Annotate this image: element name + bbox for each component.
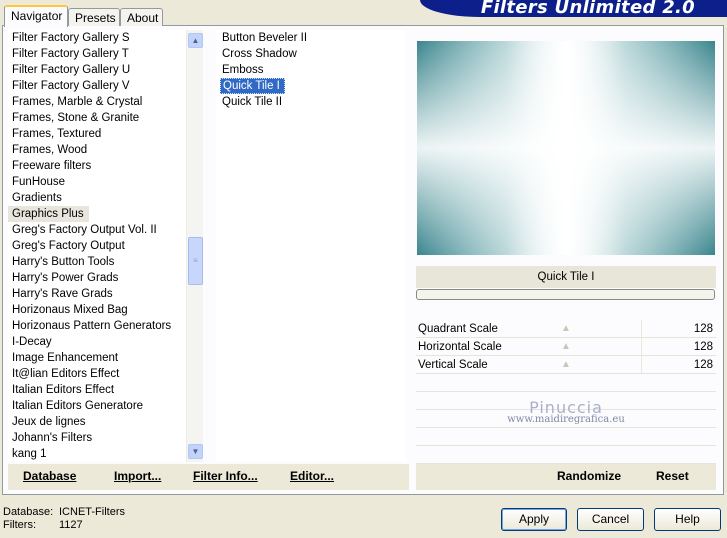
filter-item[interactable]: Cross Shadow bbox=[220, 46, 301, 62]
slider-thumb-icon[interactable]: ▲ bbox=[560, 341, 572, 353]
category-list[interactable]: Filter Factory Gallery S Filter Factory … bbox=[8, 30, 186, 462]
control-value[interactable]: 128 bbox=[694, 320, 713, 338]
control-quadrant-scale[interactable]: Quadrant Scale ▲ 128 bbox=[416, 320, 716, 338]
status-database-label: Database: bbox=[3, 506, 54, 518]
category-item[interactable]: Filter Factory Gallery V bbox=[8, 78, 186, 94]
category-item[interactable]: Freeware filters bbox=[8, 158, 186, 174]
category-scrollbar[interactable]: ▲ ≡ ▼ bbox=[186, 30, 203, 462]
slider-thumb-icon[interactable]: ▲ bbox=[560, 359, 572, 371]
category-item[interactable]: I-Decay bbox=[8, 334, 186, 350]
reset-button[interactable]: Reset bbox=[656, 469, 689, 483]
status-area: Database: ICNET-Filters Filters: 1127 bbox=[3, 506, 125, 532]
category-item[interactable]: Frames, Wood bbox=[8, 142, 186, 158]
control-value[interactable]: 128 bbox=[694, 356, 713, 374]
help-button[interactable]: Help bbox=[654, 508, 721, 531]
filter-item[interactable]: Quick Tile II bbox=[220, 94, 286, 110]
category-item[interactable]: Italian Editors Generatore bbox=[8, 398, 186, 414]
preview-filter-name: Quick Tile I bbox=[416, 266, 716, 288]
database-button[interactable]: Database bbox=[23, 469, 76, 483]
right-button-bar: Randomize Reset bbox=[416, 464, 716, 490]
category-item[interactable]: Frames, Textured bbox=[8, 126, 186, 142]
category-item[interactable]: Gradients bbox=[8, 190, 186, 206]
control-label: Vertical Scale bbox=[418, 359, 488, 371]
tab-navigator[interactable]: Navigator bbox=[4, 5, 68, 27]
control-label: Quadrant Scale bbox=[418, 323, 498, 335]
randomize-button[interactable]: Randomize bbox=[557, 469, 621, 483]
scroll-down-icon[interactable]: ▼ bbox=[188, 444, 203, 459]
category-item[interactable]: Filter Factory Gallery S bbox=[8, 30, 186, 46]
apply-button[interactable]: Apply bbox=[501, 508, 567, 531]
cancel-button[interactable]: Cancel bbox=[577, 508, 644, 531]
scroll-thumb[interactable]: ≡ bbox=[188, 237, 203, 285]
category-item[interactable]: Harry's Rave Grads bbox=[8, 286, 186, 302]
category-item[interactable]: Johann's Filters bbox=[8, 430, 186, 446]
category-item-selected-row[interactable]: Graphics Plus bbox=[8, 206, 186, 222]
left-button-bar: Database Import... Filter Info... Editor… bbox=[8, 464, 409, 490]
category-item[interactable]: Filter Factory Gallery U bbox=[8, 62, 186, 78]
category-item[interactable]: Frames, Marble & Crystal bbox=[8, 94, 186, 110]
filter-info-button[interactable]: Filter Info... bbox=[193, 469, 258, 483]
status-database-value: ICNET-Filters bbox=[59, 506, 125, 518]
control-label: Horizontal Scale bbox=[418, 341, 502, 353]
category-item[interactable]: FunHouse bbox=[8, 174, 186, 190]
app-title: Filters Unlimited 2.0 bbox=[480, 0, 695, 17]
category-item[interactable]: Greg's Factory Output Vol. II bbox=[8, 222, 186, 238]
category-item[interactable]: Image Enhancement bbox=[8, 350, 186, 366]
divider bbox=[641, 356, 642, 373]
status-filters-value: 1127 bbox=[59, 519, 83, 531]
empty-control-row bbox=[416, 446, 716, 464]
control-horizontal-scale[interactable]: Horizontal Scale ▲ 128 bbox=[416, 338, 716, 356]
category-item[interactable]: kang 1 bbox=[8, 446, 186, 462]
category-item[interactable]: Horizonaus Mixed Bag bbox=[8, 302, 186, 318]
category-item[interactable]: Filter Factory Gallery T bbox=[8, 46, 186, 62]
category-item-selected[interactable]: Graphics Plus bbox=[8, 206, 89, 222]
filter-preview-image bbox=[417, 41, 715, 255]
category-item[interactable]: Harry's Button Tools bbox=[8, 254, 186, 270]
category-item[interactable]: Greg's Factory Output bbox=[8, 238, 186, 254]
progress-bar bbox=[416, 289, 715, 300]
category-item[interactable]: Horizonaus Pattern Generators bbox=[8, 318, 186, 334]
category-item[interactable]: It@lian Editors Effect bbox=[8, 366, 186, 382]
tab-presets[interactable]: Presets bbox=[68, 8, 120, 26]
tab-about[interactable]: About bbox=[120, 8, 163, 26]
divider bbox=[641, 320, 642, 337]
filter-item[interactable]: Emboss bbox=[220, 62, 268, 78]
filter-item-selected[interactable]: Quick Tile I bbox=[220, 78, 285, 94]
category-item[interactable]: Frames, Stone & Granite bbox=[8, 110, 186, 126]
scroll-up-icon[interactable]: ▲ bbox=[188, 33, 203, 48]
slider-thumb-icon[interactable]: ▲ bbox=[560, 323, 572, 335]
filter-list[interactable]: Button Beveler II Cross Shadow Emboss Qu… bbox=[216, 30, 406, 462]
control-vertical-scale[interactable]: Vertical Scale ▲ 128 bbox=[416, 356, 716, 374]
category-item[interactable]: Harry's Power Grads bbox=[8, 270, 186, 286]
watermark-url: www.maidiregrafica.eu bbox=[507, 414, 625, 425]
watermark: Pinuccia www.maidiregrafica.eu bbox=[416, 398, 716, 425]
empty-control-row bbox=[416, 374, 716, 392]
control-value[interactable]: 128 bbox=[694, 338, 713, 356]
filter-item[interactable]: Button Beveler II bbox=[220, 30, 311, 46]
filter-controls: Quadrant Scale ▲ 128 Horizontal Scale ▲ … bbox=[416, 320, 716, 464]
empty-control-row bbox=[416, 428, 716, 446]
editor-button[interactable]: Editor... bbox=[290, 469, 334, 483]
category-item[interactable]: Jeux de lignes bbox=[8, 414, 186, 430]
status-filters-label: Filters: bbox=[3, 519, 36, 531]
import-button[interactable]: Import... bbox=[114, 469, 161, 483]
category-item[interactable]: Italian Editors Effect bbox=[8, 382, 186, 398]
divider bbox=[641, 338, 642, 355]
header-banner: Filters Unlimited 2.0 bbox=[420, 0, 727, 17]
